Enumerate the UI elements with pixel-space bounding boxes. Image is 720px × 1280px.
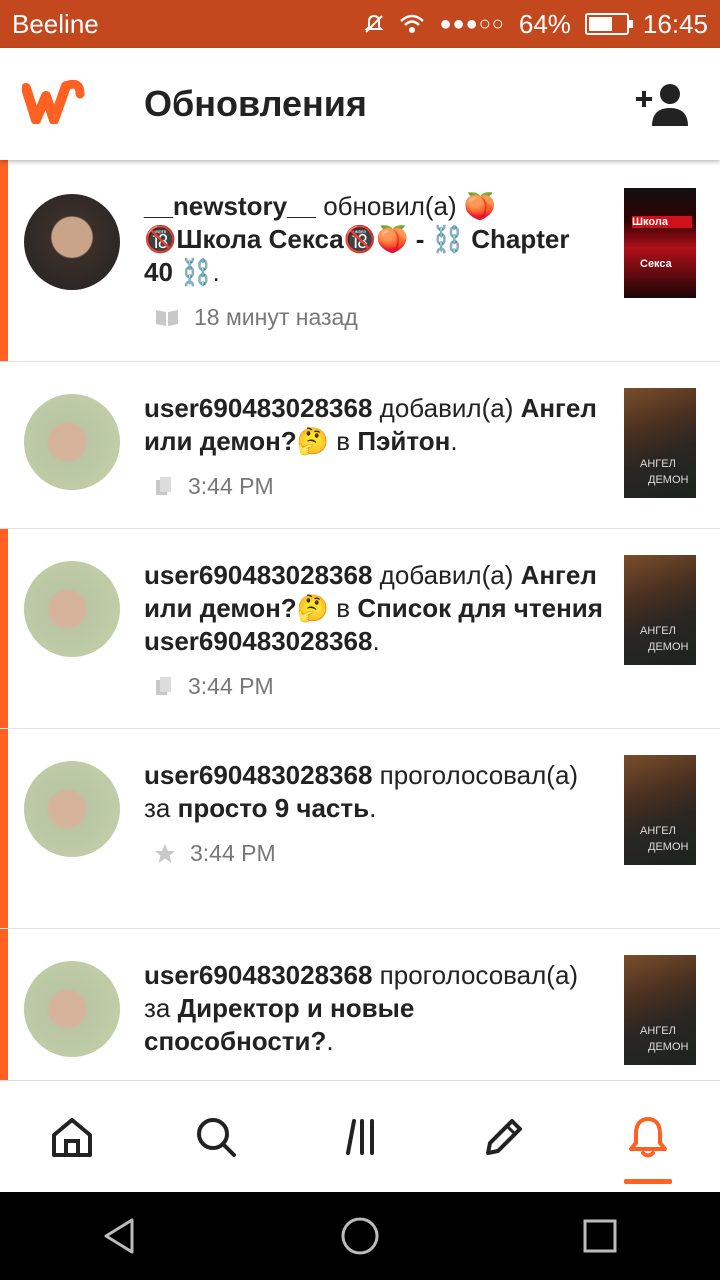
story-cover[interactable]: АНГЕЛ ДЕМОН xyxy=(624,955,696,1065)
clock: 16:45 xyxy=(642,8,708,39)
timestamp: 3:44 PM xyxy=(188,673,274,699)
home-icon[interactable] xyxy=(50,1115,94,1159)
avatar[interactable] xyxy=(24,394,120,490)
star-icon xyxy=(155,843,175,863)
cover-title: Школа xyxy=(632,216,692,228)
story-link[interactable]: 🔞Школа Секса🔞🍑 - ⛓️ Chapter 40 ⛓️ xyxy=(144,224,569,287)
app-bar: Обновления xyxy=(0,48,720,160)
list-item[interactable]: user690483028368 проголосовал(а) за прос… xyxy=(0,729,720,929)
timestamp: 3:44 PM xyxy=(190,840,276,866)
nav-search[interactable] xyxy=(144,1081,288,1192)
nav-library[interactable] xyxy=(288,1081,432,1192)
avatar[interactable] xyxy=(24,194,120,290)
timestamp: 18 минут назад xyxy=(194,304,358,330)
username[interactable]: user690483028368 xyxy=(144,960,372,990)
recents-icon[interactable] xyxy=(580,1216,620,1256)
story-link[interactable]: Директор и новые способности? xyxy=(144,993,414,1056)
nav-home[interactable] xyxy=(0,1081,144,1192)
story-cover[interactable]: АНГЕЛ ДЕМОН xyxy=(624,755,696,865)
cover-title: ДЕМОН xyxy=(648,841,689,853)
timestamp: 3:44 PM xyxy=(188,473,274,499)
notification-text: __newstory__ обновил(а) 🍑🔞Школа Секса🔞🍑 … xyxy=(144,190,604,334)
reading-list-icon xyxy=(156,676,171,695)
notification-text: user690483028368 проголосовал(а) за Дире… xyxy=(144,960,579,1056)
notifications-icon[interactable] xyxy=(626,1115,670,1159)
wattpad-logo-icon[interactable] xyxy=(0,79,120,129)
nav-notifications[interactable] xyxy=(576,1081,720,1192)
cover-title: АНГЕЛ xyxy=(640,825,676,837)
story-cover[interactable]: Школа Секса xyxy=(624,188,696,298)
back-icon[interactable] xyxy=(100,1216,140,1256)
carrier-name: Beeline xyxy=(12,8,99,39)
search-icon[interactable] xyxy=(194,1115,238,1159)
mute-icon xyxy=(365,14,384,33)
bottom-nav xyxy=(0,1080,720,1192)
system-nav-bar xyxy=(0,1192,720,1280)
battery-percent: 64% xyxy=(518,8,571,39)
cover-title: ДЕМОН xyxy=(648,474,689,486)
cover-title: АНГЕЛ xyxy=(640,625,676,637)
username[interactable]: user690483028368 xyxy=(144,760,372,790)
battery-icon xyxy=(584,13,633,35)
avatar[interactable] xyxy=(24,761,120,857)
nav-write[interactable] xyxy=(432,1081,576,1192)
story-cover[interactable]: АНГЕЛ ДЕМОН xyxy=(624,388,696,498)
username[interactable]: user690483028368 xyxy=(144,560,372,590)
home-circle-icon[interactable] xyxy=(340,1216,380,1256)
list-item[interactable]: user690483028368 добавил(а) Ангел или де… xyxy=(0,529,720,729)
notification-text: user690483028368 проголосовал(а) за прос… xyxy=(144,759,604,870)
list-item[interactable]: user690483028368 проголосовал(а) за Дире… xyxy=(0,929,720,1080)
signal-icon: ●●●○○ xyxy=(439,12,505,35)
status-bar: Beeline ●●●○○ 64% 16:45 xyxy=(0,0,720,48)
reading-list-link[interactable]: Пэйтон xyxy=(357,426,450,456)
list-item[interactable]: user690483028368 добавил(а) Ангел или де… xyxy=(0,362,720,529)
cover-title: АНГЕЛ xyxy=(640,1025,676,1037)
reading-list-icon xyxy=(156,476,171,495)
story-cover[interactable]: АНГЕЛ ДЕМОН xyxy=(624,555,696,665)
cover-title: АНГЕЛ xyxy=(640,458,676,470)
avatar[interactable] xyxy=(24,561,120,657)
write-icon[interactable] xyxy=(482,1115,526,1159)
username[interactable]: __newstory__ xyxy=(144,191,316,221)
cover-title: ДЕМОН xyxy=(648,641,689,653)
add-friend-icon[interactable] xyxy=(624,64,704,144)
username[interactable]: user690483028368 xyxy=(144,393,372,423)
cover-title: ДЕМОН xyxy=(648,1041,689,1053)
library-icon[interactable] xyxy=(338,1115,382,1159)
list-item[interactable]: __newstory__ обновил(а) 🍑🔞Школа Секса🔞🍑 … xyxy=(0,160,720,362)
book-icon xyxy=(156,309,178,326)
page-title: Обновления xyxy=(144,83,367,124)
cover-title: Секса xyxy=(640,258,672,270)
notification-text: user690483028368 добавил(а) Ангел или де… xyxy=(144,559,604,703)
wifi-icon xyxy=(400,14,425,33)
story-link[interactable]: просто 9 часть xyxy=(178,793,370,823)
avatar[interactable] xyxy=(24,961,120,1057)
notifications-feed: __newstory__ обновил(а) 🍑🔞Школа Секса🔞🍑 … xyxy=(0,160,720,1080)
notification-text: user690483028368 добавил(а) Ангел или де… xyxy=(144,392,604,503)
